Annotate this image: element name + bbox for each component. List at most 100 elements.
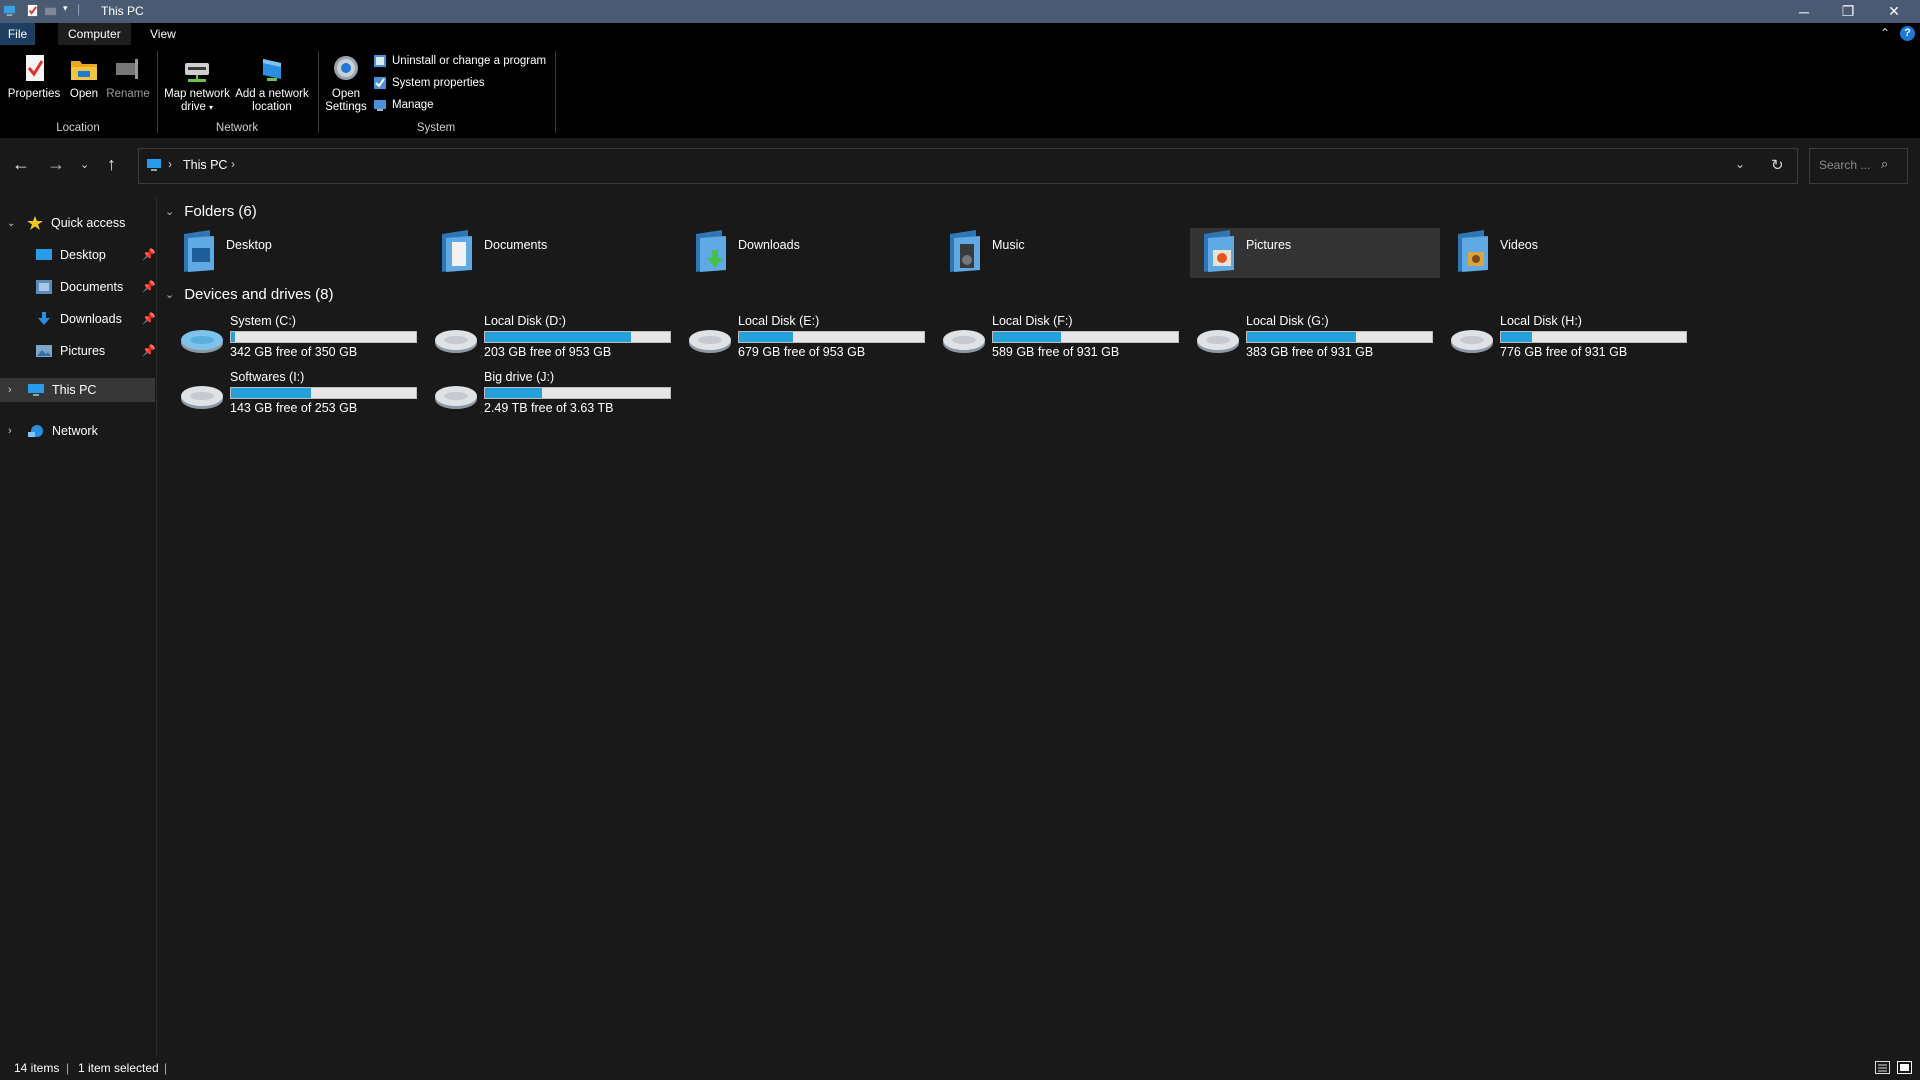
collapse-chevron-icon[interactable]: ⌄	[165, 205, 174, 218]
properties-icon	[26, 55, 44, 81]
map-network-drive-button[interactable]: Map network drive ▾	[162, 53, 232, 114]
nav-pinned-downloads[interactable]: Downloads 📌	[36, 307, 156, 331]
refresh-icon[interactable]: ↻	[1771, 156, 1784, 174]
details-view-icon[interactable]	[1875, 1061, 1890, 1074]
address-history-dropdown-icon[interactable]: ⌄	[1735, 157, 1745, 171]
hard-drive-icon	[435, 330, 477, 353]
folder-downloads[interactable]: Downloads	[692, 228, 942, 278]
drive-usage-bar	[230, 387, 417, 399]
nav-pinned-pictures[interactable]: Pictures 📌	[36, 339, 156, 363]
forward-icon[interactable]: →	[47, 154, 65, 175]
this-pc-icon	[147, 159, 161, 171]
pin-icon: 📌	[142, 249, 156, 261]
expand-chevron-icon[interactable]: ›	[8, 425, 20, 437]
address-bar[interactable]: › This PC › ⌄ ↻	[138, 148, 1798, 184]
minimize-button[interactable]: ─	[1782, 0, 1826, 23]
breadcrumb-chevron-icon[interactable]: ›	[231, 157, 235, 171]
expand-chevron-icon[interactable]: ⌄	[7, 218, 19, 229]
uninstall-icon	[374, 55, 386, 67]
uninstall-program-button[interactable]: Uninstall or change a program	[373, 51, 546, 71]
folder-label: Pictures	[1246, 238, 1292, 252]
drive-name: Local Disk (H:)	[1500, 314, 1582, 328]
drive-usage-fill	[739, 332, 793, 342]
nav-quick-access[interactable]: ⌄ Quick access	[0, 211, 156, 235]
map-network-drive-icon	[185, 63, 209, 82]
large-icons-view-icon[interactable]	[1897, 1061, 1912, 1074]
drive-tile[interactable]: Local Disk (G:) 383 GB free of 931 GB	[1196, 314, 1436, 362]
recent-locations-icon[interactable]: ⌄	[80, 158, 89, 171]
up-icon[interactable]: ↑	[107, 154, 116, 175]
add-network-location-button[interactable]: Add a network location	[234, 53, 310, 114]
tab-view[interactable]: View	[140, 23, 186, 45]
nav-pinned-desktop[interactable]: Desktop 📌	[36, 243, 156, 267]
system-properties-button[interactable]: System properties	[373, 73, 485, 93]
tab-file[interactable]: File	[0, 23, 35, 45]
close-button[interactable]: ✕	[1872, 0, 1916, 23]
folders-section-header[interactable]: ⌄ Folders (6)	[165, 203, 257, 220]
title-bar[interactable]: ▾ | This PC ─ ❐ ✕	[0, 0, 1920, 23]
drive-free-space: 589 GB free of 931 GB	[992, 345, 1120, 359]
rename-label: Rename	[106, 88, 150, 100]
properties-button[interactable]: Properties	[6, 53, 62, 101]
drive-usage-bar	[992, 331, 1179, 343]
drive-name: Local Disk (G:)	[1246, 314, 1329, 328]
drive-tile[interactable]: Local Disk (F:) 589 GB free of 931 GB	[942, 314, 1182, 362]
folder-documents[interactable]: Documents	[438, 228, 688, 278]
collapse-ribbon-icon[interactable]: ⌃	[1880, 26, 1890, 40]
system-properties-icon	[374, 77, 386, 89]
back-icon[interactable]: ←	[12, 154, 30, 175]
expand-chevron-icon[interactable]: ›	[8, 384, 20, 396]
manage-icon	[374, 100, 386, 111]
breadcrumb-this-pc[interactable]: This PC	[183, 158, 227, 172]
hard-drive-icon	[181, 386, 223, 409]
drive-free-space: 342 GB free of 350 GB	[230, 345, 358, 359]
nav-this-pc[interactable]: › This PC	[0, 378, 155, 402]
this-pc-icon	[3, 5, 16, 17]
nav-pinned-documents[interactable]: Documents 📌	[36, 275, 156, 299]
star-icon	[27, 216, 43, 230]
folder-label: Videos	[1500, 238, 1538, 252]
restore-button[interactable]: ❐	[1826, 0, 1870, 23]
this-pc-icon	[28, 384, 44, 396]
open-settings-button[interactable]: Open Settings	[322, 53, 370, 114]
drive-usage-bar	[230, 331, 417, 343]
folder-desktop[interactable]: Desktop	[180, 228, 430, 278]
drives-section-header[interactable]: ⌄ Devices and drives (8)	[165, 286, 333, 303]
drive-tile[interactable]: Softwares (I:) 143 GB free of 253 GB	[180, 370, 420, 418]
group-separator	[157, 51, 158, 133]
help-icon[interactable]: ?	[1900, 26, 1915, 41]
new-folder-quick-icon[interactable]	[44, 4, 57, 17]
tab-computer[interactable]: Computer	[58, 23, 131, 45]
close-icon: ✕	[1888, 3, 1900, 19]
pictures-icon	[36, 345, 52, 357]
drive-tile[interactable]: Local Disk (E:) 679 GB free of 953 GB	[688, 314, 928, 362]
search-box[interactable]: Search ... ⌕	[1809, 148, 1908, 184]
rename-icon	[116, 59, 138, 79]
drive-tile[interactable]: Local Disk (D:) 203 GB free of 953 GB	[434, 314, 674, 362]
nav-pinned-label: Pictures	[60, 344, 106, 358]
customize-quick-access-icon[interactable]: ▾	[63, 3, 68, 14]
drive-tile[interactable]: System (C:) 342 GB free of 350 GB	[180, 314, 420, 362]
hard-drive-icon	[435, 386, 477, 409]
folder-music[interactable]: Music	[946, 228, 1196, 278]
drive-usage-bar	[1500, 331, 1687, 343]
nav-this-pc-label: This PC	[52, 383, 97, 397]
drive-tile[interactable]: Big drive (J:) 2.49 TB free of 3.63 TB	[434, 370, 674, 418]
drive-usage-fill	[231, 388, 311, 398]
search-icon[interactable]: ⌕	[1881, 156, 1888, 172]
breadcrumb-chevron-icon[interactable]: ›	[168, 157, 172, 171]
dropdown-arrow-icon: ▾	[208, 103, 213, 112]
properties-quick-icon[interactable]	[26, 4, 39, 17]
open-button[interactable]: Open	[64, 53, 104, 101]
drive-tile[interactable]: Local Disk (H:) 776 GB free of 931 GB	[1450, 314, 1690, 362]
status-selected-count: 1 item selected	[78, 1061, 159, 1075]
nav-pinned-label: Desktop	[60, 248, 106, 262]
folder-label: Music	[992, 238, 1025, 252]
nav-network[interactable]: › Network	[0, 419, 155, 443]
map-network-drive-label-2: drive	[181, 101, 206, 113]
manage-button[interactable]: Manage	[373, 95, 434, 115]
rename-button[interactable]: Rename	[106, 53, 150, 101]
collapse-chevron-icon[interactable]: ⌄	[165, 288, 174, 301]
folder-videos[interactable]: Videos	[1454, 228, 1704, 278]
folder-pictures[interactable]: Pictures	[1190, 228, 1440, 278]
